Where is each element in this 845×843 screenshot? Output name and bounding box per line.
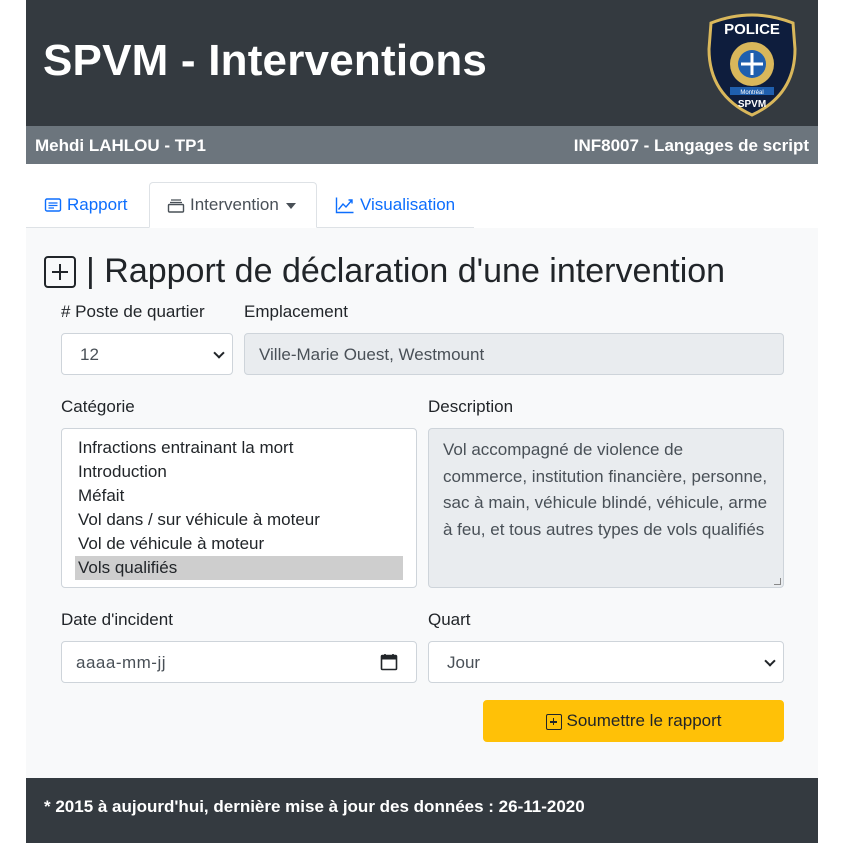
tab-rapport-label: Rapport: [67, 194, 128, 214]
app-header: SPVM - Interventions POLICE Montréal SPV…: [26, 0, 818, 126]
spvm-police-badge-logo: POLICE Montréal SPVM: [707, 13, 797, 117]
chart-line-icon: [335, 197, 354, 213]
poste-select[interactable]: 12: [61, 333, 233, 375]
plus-square-icon: [545, 714, 562, 730]
categorie-option[interactable]: Infractions entrainant la mort: [75, 436, 403, 460]
form-heading-text: | Rapport de déclaration d'une intervent…: [86, 252, 726, 290]
categorie-option[interactable]: Introduction: [75, 460, 403, 484]
calendar-icon[interactable]: [380, 653, 398, 671]
badge-top-text: POLICE: [724, 21, 780, 38]
date-label: Date d'incident: [61, 610, 173, 629]
author-label: Mehdi LAHLOU - TP1: [35, 136, 206, 155]
tab-rapport[interactable]: Rapport: [44, 182, 127, 227]
poste-select-value: 12: [80, 345, 99, 364]
resize-handle-icon[interactable]: [774, 578, 781, 585]
emplacement-label: Emplacement: [244, 302, 348, 321]
description-label: Description: [428, 397, 514, 416]
app-title: SPVM - Interventions: [43, 36, 488, 85]
emplacement-value: Ville-Marie Ouest, Westmount: [259, 345, 485, 364]
categorie-label: Catégorie: [61, 397, 135, 416]
poste-label: # Poste de quartier: [61, 302, 205, 321]
emplacement-field: Ville-Marie Ouest, Westmount: [244, 333, 784, 375]
report-form-panel: | Rapport de déclaration d'une intervent…: [26, 228, 818, 778]
app-footer: * 2015 à aujourd'hui, dernière mise à jo…: [26, 778, 818, 843]
nav-tabs: Rapport Intervention Visualisation: [26, 182, 818, 228]
badge-bottom-text: SPVM: [738, 99, 766, 110]
tab-visualisation-label: Visualisation: [360, 194, 456, 214]
course-label: INF8007 - Langages de script: [573, 136, 809, 155]
description-value: Vol accompagné de violence de commerce, …: [443, 440, 768, 539]
description-textarea[interactable]: Vol accompagné de violence de commerce, …: [428, 428, 784, 588]
info-bar: Mehdi LAHLOU - TP1 INF8007 - Langages de…: [26, 126, 818, 164]
report-icon: [44, 197, 62, 212]
categorie-option[interactable]: Vol dans / sur véhicule à moteur: [75, 508, 403, 532]
tab-intervention[interactable]: Intervention: [149, 182, 317, 228]
plus-square-icon: [44, 255, 76, 288]
app-container: SPVM - Interventions POLICE Montréal SPV…: [26, 0, 818, 843]
categorie-option[interactable]: Vol de véhicule à moteur: [75, 532, 403, 556]
date-input[interactable]: aaaa-mm-jj: [61, 641, 417, 683]
categorie-option[interactable]: Méfait: [75, 484, 403, 508]
submit-report-label: Soumettre le rapport: [566, 711, 722, 730]
chevron-down-icon: [764, 655, 776, 667]
form-heading: | Rapport de déclaration d'une intervent…: [44, 252, 725, 291]
categorie-option-selected[interactable]: Vols qualifiés: [75, 556, 403, 580]
badge-city-text: Montréal: [740, 90, 763, 96]
footer-note: * 2015 à aujourd'hui, dernière mise à jo…: [44, 797, 585, 816]
quart-label: Quart: [428, 610, 471, 629]
quart-select[interactable]: Jour: [428, 641, 784, 683]
chevron-down-icon: [213, 347, 225, 359]
tab-intervention-label: Intervention: [190, 195, 279, 214]
submit-report-button[interactable]: Soumettre le rapport: [483, 700, 784, 742]
inbox-icon: [167, 199, 185, 213]
caret-down-icon: [285, 202, 296, 209]
date-placeholder: aaaa-mm-jj: [76, 653, 167, 672]
quart-select-value: Jour: [447, 653, 481, 672]
categorie-listbox[interactable]: Infractions entrainant la mort Introduct…: [61, 428, 417, 588]
tab-visualisation[interactable]: Visualisation: [335, 182, 455, 227]
